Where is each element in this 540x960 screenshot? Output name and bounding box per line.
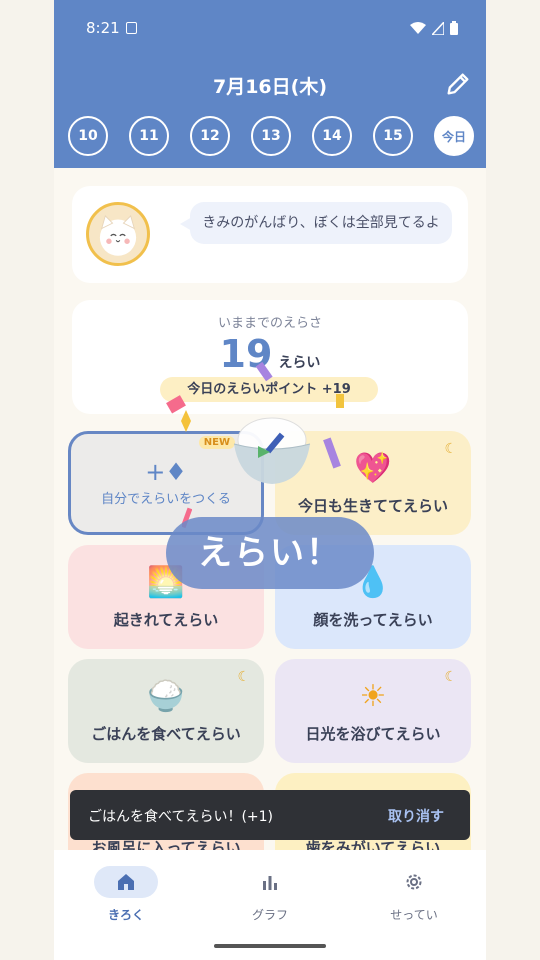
screenshot-icon — [125, 22, 137, 34]
status-bar: 8:21 — [86, 18, 458, 38]
tile-label: 日光を浴びてえらい — [305, 725, 441, 743]
tile-label: 今日も生きててえらい — [297, 497, 448, 515]
app-screen: 8:21 7月16日(木) 10 11 12 13 14 15 今日 きみのがん… — [54, 0, 486, 960]
confetti-violet — [323, 437, 341, 469]
tile-ate-meal[interactable]: ☾ 🍚 ごはんを食べてえらい — [68, 659, 264, 763]
tile-sunlight[interactable]: ☾ ☀ 日光を浴びてえらい — [275, 659, 471, 763]
day-today[interactable]: 今日 — [434, 116, 474, 156]
cat-mascot-avatar — [86, 202, 150, 266]
confetti-green — [258, 446, 270, 458]
home-icon — [118, 874, 134, 890]
edit-pencil-icon[interactable] — [444, 70, 472, 98]
day-11[interactable]: 11 — [129, 116, 169, 156]
score-label: いままでのえらさ — [217, 316, 322, 331]
undo-button[interactable]: 取り消す — [388, 806, 444, 826]
day-10[interactable]: 10 — [68, 116, 108, 156]
date-header: 8:21 7月16日(木) 10 11 12 13 14 15 今日 — [54, 0, 486, 168]
mascot-speech-card: きみのがんばり、ぼくは全部見てるよ — [72, 186, 468, 283]
nav-record[interactable]: きろく — [76, 866, 176, 923]
sun-icon: ☀ — [359, 679, 387, 714]
tile-label: ごはんを食べてえらい — [91, 725, 241, 743]
nav-label: きろく — [107, 908, 144, 922]
confetti-purple — [255, 361, 273, 382]
speech-bubble: きみのがんばり、ぼくは全部見てるよ — [180, 202, 452, 244]
bar-chart-icon — [263, 876, 277, 890]
snackbar: ごはんを食べてえらい！(+1) 取り消す — [70, 790, 470, 840]
battery-icon — [450, 21, 458, 35]
rice-bowl-icon: 🍚 — [147, 679, 185, 714]
gear-icon — [406, 874, 422, 890]
snackbar-message: ごはんを食べてえらい！(+1) — [88, 809, 274, 825]
nav-settings[interactable]: せってい — [364, 866, 464, 923]
day-14[interactable]: 14 — [312, 116, 352, 156]
score-unit: えらい — [278, 355, 321, 371]
confetti-yellow — [181, 410, 191, 432]
nav-label: グラフ — [251, 908, 288, 922]
status-time: 8:21 — [86, 19, 120, 37]
nav-graph[interactable]: グラフ — [220, 866, 320, 923]
erai-celebration-banner: えらい！ — [166, 517, 374, 589]
bottom-navigation: きろく グラフ せってい — [54, 850, 486, 960]
date-title: 7月16日(木) — [212, 76, 328, 98]
nav-label: せってい — [390, 908, 438, 922]
signal-icon — [432, 21, 444, 35]
tile-label: 起きれてえらい — [113, 611, 219, 629]
wifi-icon — [410, 21, 426, 34]
day-15[interactable]: 15 — [373, 116, 413, 156]
confetti-gold — [336, 394, 344, 408]
tile-label: 顔を洗ってえらい — [313, 611, 433, 629]
day-13[interactable]: 13 — [251, 116, 291, 156]
total-score-card: いままでのえらさ 19 えらい 今日のえらいポイント +19 — [72, 300, 468, 414]
day-selector: 10 11 12 13 14 15 今日 — [68, 116, 474, 156]
day-12[interactable]: 12 — [190, 116, 230, 156]
gesture-bar[interactable] — [214, 944, 326, 948]
